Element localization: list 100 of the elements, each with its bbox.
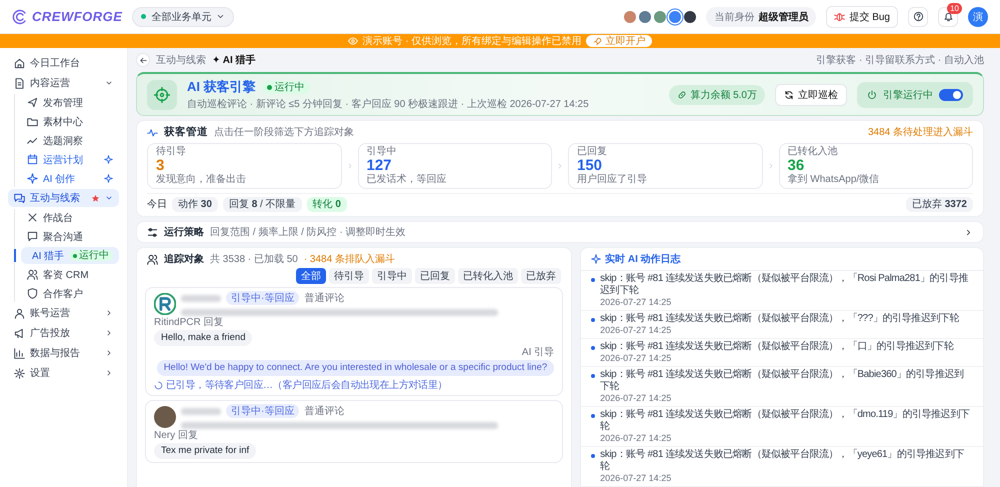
log-text: skip：账号 #81 连续发送失败已熔断（疑似被平台限流），「???」的引导推迟到下轮 bbox=[600, 313, 960, 325]
chevron-down-icon bbox=[105, 79, 113, 87]
engine-toggle[interactable] bbox=[939, 88, 963, 100]
submenu-item[interactable]: AI 创作 bbox=[21, 170, 119, 187]
stage-card[interactable]: 引导中 127 已发话术，等回应 bbox=[358, 143, 552, 189]
stat-chip: 转化 0 bbox=[306, 197, 347, 212]
log-text: skip：账号 #81 连续发送失败已熔断（疑似被平台限流），「yeye61」的引导推迟到下轮 bbox=[600, 449, 966, 473]
paper-plane-icon bbox=[27, 97, 38, 108]
trend-line-icon bbox=[27, 135, 38, 146]
stage-label: 待引导 bbox=[156, 146, 187, 158]
blurred-name bbox=[181, 408, 221, 414]
stage-note: 拿到 WhatsApp/微信 bbox=[788, 174, 880, 186]
log-title: 实时 AI 动作日志 bbox=[605, 252, 681, 266]
filter-tab[interactable]: 已放弃 bbox=[521, 268, 562, 284]
bullet-dot bbox=[591, 346, 596, 350]
pulse-icon bbox=[147, 126, 158, 138]
account-avatar[interactable] bbox=[684, 10, 696, 22]
help-button[interactable] bbox=[908, 6, 928, 26]
submit-bug-button[interactable]: 提交 Bug bbox=[826, 6, 898, 28]
breadcrumb-link[interactable]: 互动与线索 bbox=[156, 53, 206, 67]
people-icon bbox=[27, 269, 38, 280]
message-bubble: Hello! We'd be happy to connect. Are you interested in wholesale or a specific product line? bbox=[156, 360, 554, 376]
identity-label: 当前身份 bbox=[714, 12, 754, 22]
bell-icon bbox=[942, 11, 954, 22]
menu-item[interactable]: 设置 bbox=[8, 364, 119, 382]
stage-card[interactable]: 已回复 150 用户回应了引导 bbox=[568, 143, 762, 189]
filter-tab[interactable]: 已回复 bbox=[415, 268, 456, 284]
tracking-count: 共 3538 · 已加载 50 bbox=[210, 252, 298, 266]
source-label: 普通评论 bbox=[304, 404, 344, 418]
menu-item[interactable]: 广告投放 bbox=[8, 324, 119, 342]
avatar-photo-placeholder bbox=[154, 406, 176, 428]
submenu-item[interactable]: 发布管理 bbox=[21, 94, 119, 111]
menu-item[interactable]: 账号运营 bbox=[8, 304, 119, 322]
stage-label: 已回复 bbox=[577, 146, 608, 158]
chevron-right-icon bbox=[556, 162, 564, 170]
chevron-right-icon bbox=[964, 228, 973, 236]
filter-tab[interactable]: 已转化入池 bbox=[458, 268, 518, 284]
user-avatar[interactable]: 演 bbox=[968, 6, 988, 26]
workspace-selector[interactable]: 全部业务单元 bbox=[132, 6, 234, 26]
active-indicator bbox=[14, 249, 16, 262]
submenu-item[interactable]: 合作客户 bbox=[21, 285, 119, 302]
stage-card[interactable]: 待引导 3 发现意向，准备出击 bbox=[147, 143, 342, 189]
page-subtitle: 引擎获客 · 引导留联系方式 · 自动入池 bbox=[816, 54, 984, 67]
star-icon bbox=[91, 194, 100, 202]
blurred-name bbox=[181, 294, 221, 302]
identity-name: 超级管理员 bbox=[758, 12, 808, 22]
power-icon bbox=[867, 90, 877, 100]
stage-note: 已发话术，等回应 bbox=[366, 174, 448, 186]
breadcrumb-current: ✦ AI 猎手 bbox=[212, 54, 256, 67]
stage-label: 已转化入池 bbox=[788, 146, 838, 158]
sliders-icon bbox=[147, 226, 158, 238]
engine-description: 自动巡检评论 · 新评论 ≤5 分钟回复 · 客户回应 90 秒极速跟进 · 上次巡检 2026-07-27 14:25 bbox=[187, 98, 590, 111]
menu-item[interactable]: 内容运营 bbox=[8, 74, 119, 92]
submenu-item[interactable]: 聚合沟通 bbox=[21, 228, 119, 245]
log-text: skip：账号 #81 连续发送失败已熔断（疑似被平台限流），「口」的引导推迟到下轮 bbox=[600, 341, 954, 353]
bullet-dot bbox=[591, 374, 596, 378]
menu-item[interactable]: 互动与线索 bbox=[8, 189, 119, 207]
strategy-description: 回复范围 / 频率上限 / 防风控 · 调整即时生效 bbox=[210, 226, 406, 239]
person-icon bbox=[14, 308, 25, 318]
engine-title: AI 获客引擎 bbox=[187, 78, 256, 96]
crosshair-icon bbox=[154, 86, 170, 102]
filter-tab[interactable]: 待引导 bbox=[329, 268, 370, 284]
people-icon bbox=[147, 254, 158, 264]
filter-tab[interactable]: 引导中 bbox=[372, 268, 412, 284]
strategy-title: 运行策略 bbox=[164, 226, 204, 239]
pipeline-title: 获客管道 bbox=[164, 125, 208, 139]
stat-chip: 已放弃 3372 bbox=[906, 197, 973, 212]
speech-bubble-icon bbox=[27, 231, 38, 242]
submenu-item[interactable]: 客资 CRM bbox=[21, 266, 119, 283]
log-time: 2026-07-27 14:25 bbox=[600, 433, 672, 444]
filter-tab[interactable]: 全部 bbox=[296, 268, 326, 284]
message-bubble: Tex me private for inf bbox=[154, 443, 256, 459]
menu-item[interactable]: 数据与报告 bbox=[8, 344, 119, 362]
check-now-button[interactable]: 立即巡检 bbox=[775, 84, 847, 106]
crossed-lines-icon bbox=[27, 212, 38, 223]
message-sender: Nery 回复 bbox=[154, 430, 199, 442]
sparkle-icon bbox=[104, 174, 113, 183]
back-button[interactable] bbox=[136, 53, 150, 67]
submenu-item[interactable]: 运营计划 bbox=[21, 151, 119, 168]
submenu-item[interactable]: 素材中心 bbox=[21, 113, 119, 130]
sparkle-icon bbox=[104, 155, 113, 164]
menu-item[interactable]: 今日工作台 bbox=[8, 54, 119, 72]
strategy-bar[interactable]: 运行策略 回复范围 / 频率上限 / 防风控 · 调整即时生效 bbox=[136, 221, 984, 243]
home-icon bbox=[14, 58, 25, 68]
help-icon bbox=[912, 11, 924, 22]
bullet-dot bbox=[591, 414, 596, 418]
log-time: 2026-07-27 14:25 bbox=[600, 353, 672, 364]
submenu-item[interactable]: 选题洞察 bbox=[21, 132, 119, 149]
chevron-right-icon bbox=[105, 349, 113, 357]
submenu-item[interactable]: 作战台 bbox=[21, 209, 119, 226]
log-text: skip：账号 #81 连续发送失败已熔断（疑似被平台限流），「Babie360」的引导推迟到下轮 bbox=[600, 369, 965, 393]
logo-swirl-icon bbox=[12, 8, 28, 24]
loading-icon bbox=[154, 380, 163, 390]
eye-icon bbox=[348, 36, 358, 46]
megaphone-icon bbox=[14, 328, 25, 338]
stage-card[interactable]: 已转化入池 36 拿到 WhatsApp/微信 bbox=[778, 143, 973, 189]
chevron-right-icon bbox=[105, 309, 113, 317]
bullet-dot bbox=[591, 318, 596, 322]
status-tag: 引导中·等回应 bbox=[226, 404, 300, 418]
status-tag: 引导中·等回应 bbox=[226, 291, 300, 305]
